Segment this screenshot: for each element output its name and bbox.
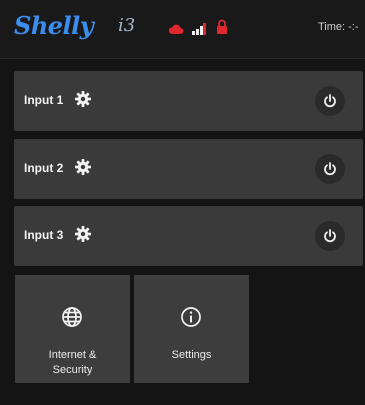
tile-label: Internet & Security [48,349,97,376]
wifi-signal-icon [192,22,206,40]
input-label: Input 1 [24,93,64,107]
internet-security-tile[interactable]: Internet & Security [15,275,130,383]
input-row-3[interactable]: Input 3 [14,206,363,266]
power-icon [324,162,336,176]
input-label: Input 3 [24,228,64,242]
info-icon [179,305,203,329]
power-icon [324,229,336,243]
lock-icon [216,19,228,39]
power-button[interactable] [315,86,345,116]
input-row-1[interactable]: Input 1 [14,71,363,131]
power-button[interactable] [315,154,345,184]
power-icon [324,94,336,108]
tile-label: Settings [171,349,212,361]
settings-tile[interactable]: Settings [134,275,249,383]
app-header: Shelly i3 Time: -:- [0,0,365,59]
cloud-icon [168,22,184,40]
input-row-2[interactable]: Input 2 [14,139,363,199]
power-button[interactable] [315,221,345,251]
globe-icon [60,305,84,329]
gear-icon[interactable] [74,158,92,176]
input-label: Input 2 [24,161,64,175]
shelly-logo: Shelly [14,11,94,40]
time-display: Time: -:- [318,21,359,33]
gear-icon[interactable] [74,90,92,108]
device-model: i3 [118,15,136,36]
gear-icon[interactable] [74,225,92,243]
